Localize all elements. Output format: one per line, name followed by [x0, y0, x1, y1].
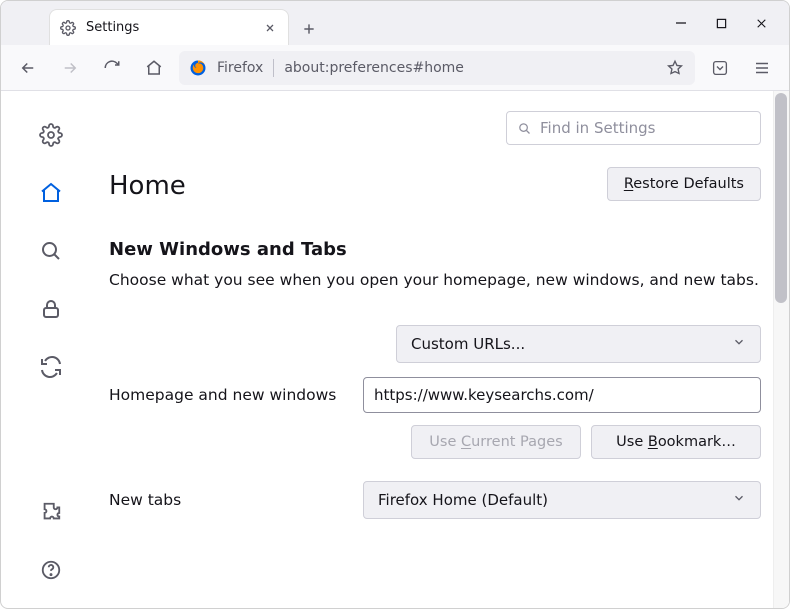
save-to-pocket-button[interactable]	[703, 51, 737, 85]
sidebar-item-sync[interactable]	[33, 349, 69, 385]
bookmark-star-icon[interactable]	[665, 58, 685, 78]
firefox-icon	[189, 59, 207, 77]
sidebar-item-home[interactable]	[33, 175, 69, 211]
sidebar-item-help[interactable]	[33, 552, 69, 588]
url-bar[interactable]: Firefox about:preferences#home	[179, 51, 695, 85]
find-in-settings[interactable]	[506, 111, 761, 145]
gear-icon	[60, 20, 76, 36]
window-controls	[661, 1, 781, 45]
restore-defaults-button[interactable]: Restore Defaults	[607, 167, 761, 201]
maximize-button[interactable]	[713, 15, 729, 31]
sidebar-item-search[interactable]	[33, 233, 69, 269]
forward-button[interactable]	[53, 51, 87, 85]
urlbar-product-label: Firefox	[217, 60, 263, 76]
content-area: Home Restore Defaults New Windows and Ta…	[1, 91, 789, 608]
vertical-scrollbar[interactable]	[773, 91, 789, 608]
sidebar-item-privacy[interactable]	[33, 291, 69, 327]
titlebar: Settings	[1, 1, 789, 45]
close-tab-icon[interactable]	[262, 20, 278, 36]
browser-tab[interactable]: Settings	[49, 9, 289, 45]
minimize-button[interactable]	[673, 15, 689, 31]
sidebar-item-extensions[interactable]	[33, 494, 69, 530]
toolbar: Firefox about:preferences#home	[1, 45, 789, 91]
newtabs-row-label: New tabs	[109, 491, 339, 509]
chevron-down-icon	[732, 335, 746, 353]
chevron-down-icon	[732, 491, 746, 509]
section-title: New Windows and Tabs	[109, 239, 761, 260]
page-title: Home	[109, 171, 186, 201]
settings-sidebar	[1, 91, 101, 608]
homepage-row-label: Homepage and new windows	[109, 386, 339, 404]
browser-window: Settings Firefox about:preferences#home	[0, 0, 790, 609]
find-in-settings-input[interactable]	[540, 119, 750, 137]
use-bookmark-button[interactable]: Use Bookmark…	[591, 425, 761, 459]
homepage-mode-value: Custom URLs...	[411, 335, 525, 353]
new-tab-button[interactable]	[293, 13, 325, 45]
search-icon	[517, 121, 532, 136]
homepage-url-input[interactable]	[363, 377, 761, 413]
close-window-button[interactable]	[753, 15, 769, 31]
use-current-pages-button[interactable]: Use Current Pages	[411, 425, 581, 459]
section-description: Choose what you see when you open your h…	[109, 270, 761, 291]
tab-title: Settings	[86, 20, 252, 35]
settings-main: Home Restore Defaults New Windows and Ta…	[101, 91, 789, 608]
newtabs-select[interactable]: Firefox Home (Default)	[363, 481, 761, 519]
urlbar-address: about:preferences#home	[284, 60, 655, 76]
back-button[interactable]	[11, 51, 45, 85]
reload-button[interactable]	[95, 51, 129, 85]
scrollbar-thumb[interactable]	[775, 93, 787, 303]
app-menu-button[interactable]	[745, 51, 779, 85]
homepage-mode-select[interactable]: Custom URLs...	[396, 325, 761, 363]
sidebar-item-general[interactable]	[33, 117, 69, 153]
home-button[interactable]	[137, 51, 171, 85]
urlbar-separator	[273, 59, 274, 77]
newtabs-select-value: Firefox Home (Default)	[378, 491, 548, 509]
